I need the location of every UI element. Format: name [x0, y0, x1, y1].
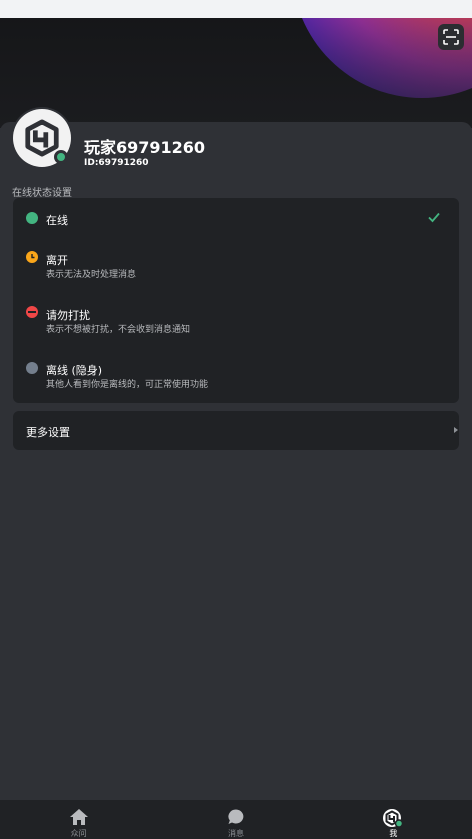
status-option-desc: 表示不想被打扰，不会收到消息通知 [46, 325, 191, 335]
profile-id: ID:69791260 [84, 158, 149, 168]
chevron-right-icon [454, 427, 458, 433]
clock-icon [26, 251, 38, 263]
status-option-title: 在线 [46, 214, 68, 227]
online-status-dot [54, 150, 68, 164]
home-icon [69, 809, 88, 825]
status-option-away[interactable]: 离开 表示无法及时处理消息 [13, 242, 459, 292]
status-option-desc: 表示无法及时处理消息 [46, 270, 137, 280]
more-settings-row[interactable]: 更多设置 [13, 411, 459, 450]
status-option-title: 离开 [46, 254, 68, 267]
status-option-desc: 其他人看到你是离线的，可正常使用功能 [46, 380, 209, 390]
status-option-invisible[interactable]: 离线 (隐身) 其他人看到你是离线的，可正常使用功能 [13, 352, 459, 402]
status-option-title: 请勿打扰 [46, 309, 90, 322]
online-dot-icon [26, 212, 38, 224]
status-options-card: 在线 离开 表示无法及时处理消息 请勿打扰 表示不想被打扰，不会收到消息通知 离… [13, 198, 459, 403]
tab-label: 消息 [227, 829, 244, 838]
tab-me[interactable]: 我 [315, 800, 472, 839]
status-option-online[interactable]: 在线 [13, 198, 459, 238]
tab-label: 众问 [70, 829, 87, 838]
scan-icon [443, 29, 459, 45]
tab-home[interactable]: 众问 [0, 800, 157, 839]
profile-name: 玩家69791260 [84, 138, 206, 157]
scan-button[interactable] [438, 24, 464, 50]
do-not-disturb-icon [26, 306, 38, 318]
status-option-title: 离线 (隐身) [46, 364, 103, 377]
status-section-title: 在线状态设置 [12, 188, 72, 199]
system-status-bar [0, 0, 472, 18]
bottom-tab-bar: 众问 消息 我 [0, 800, 472, 839]
tab-messages[interactable]: 消息 [157, 800, 314, 839]
more-settings-label: 更多设置 [26, 426, 70, 439]
profile-banner [0, 18, 472, 128]
tab-label: 我 [389, 829, 398, 838]
chat-icon [228, 809, 244, 824]
status-option-dnd[interactable]: 请勿打扰 表示不想被打扰，不会收到消息通知 [13, 297, 459, 347]
profile-icon [383, 809, 404, 828]
check-icon [428, 212, 440, 223]
offline-dot-icon [26, 362, 38, 374]
